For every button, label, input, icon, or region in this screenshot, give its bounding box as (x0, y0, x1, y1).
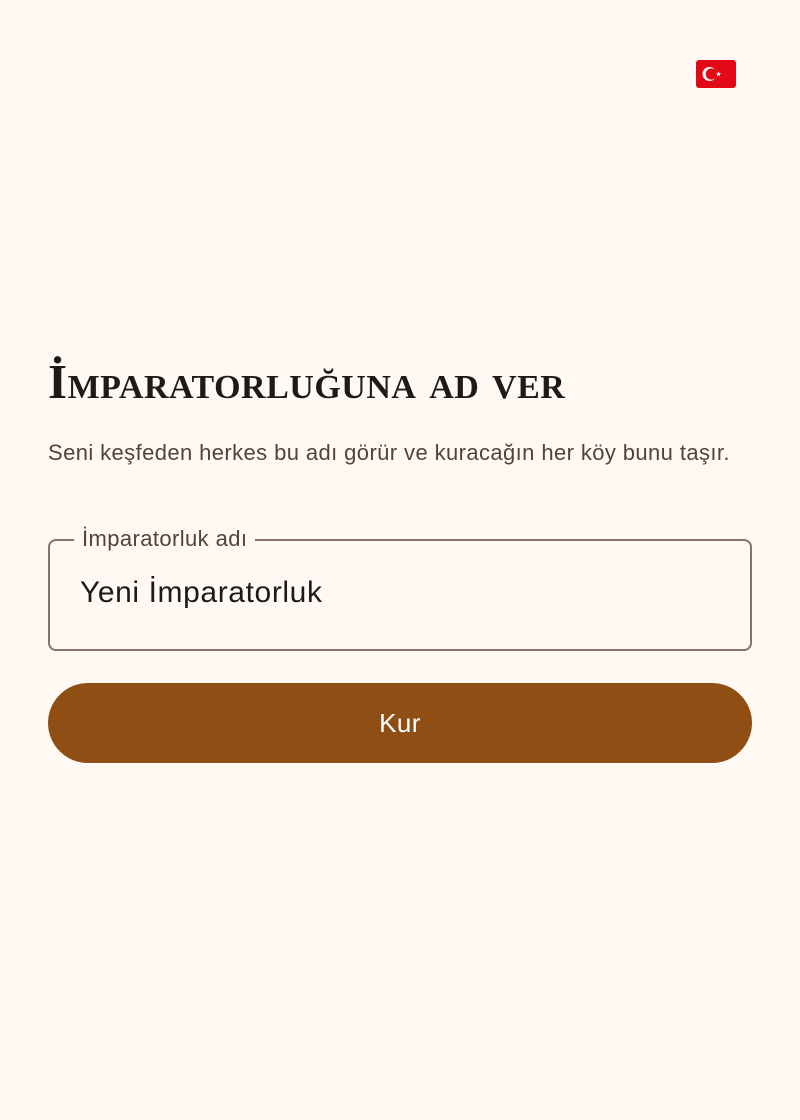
language-flag-button[interactable] (696, 60, 736, 88)
page-description: Seni keşfeden herkes bu adı görür ve kur… (48, 440, 730, 465)
turkey-flag-icon (696, 60, 736, 88)
empire-name-field[interactable]: İmparatorluk adı (48, 526, 752, 651)
empire-name-label: İmparatorluk adı (74, 526, 256, 552)
empire-name-input[interactable] (80, 569, 720, 617)
found-button[interactable]: Kur (48, 683, 752, 763)
page-title: İmparatorluğuna ad ver (48, 354, 566, 409)
